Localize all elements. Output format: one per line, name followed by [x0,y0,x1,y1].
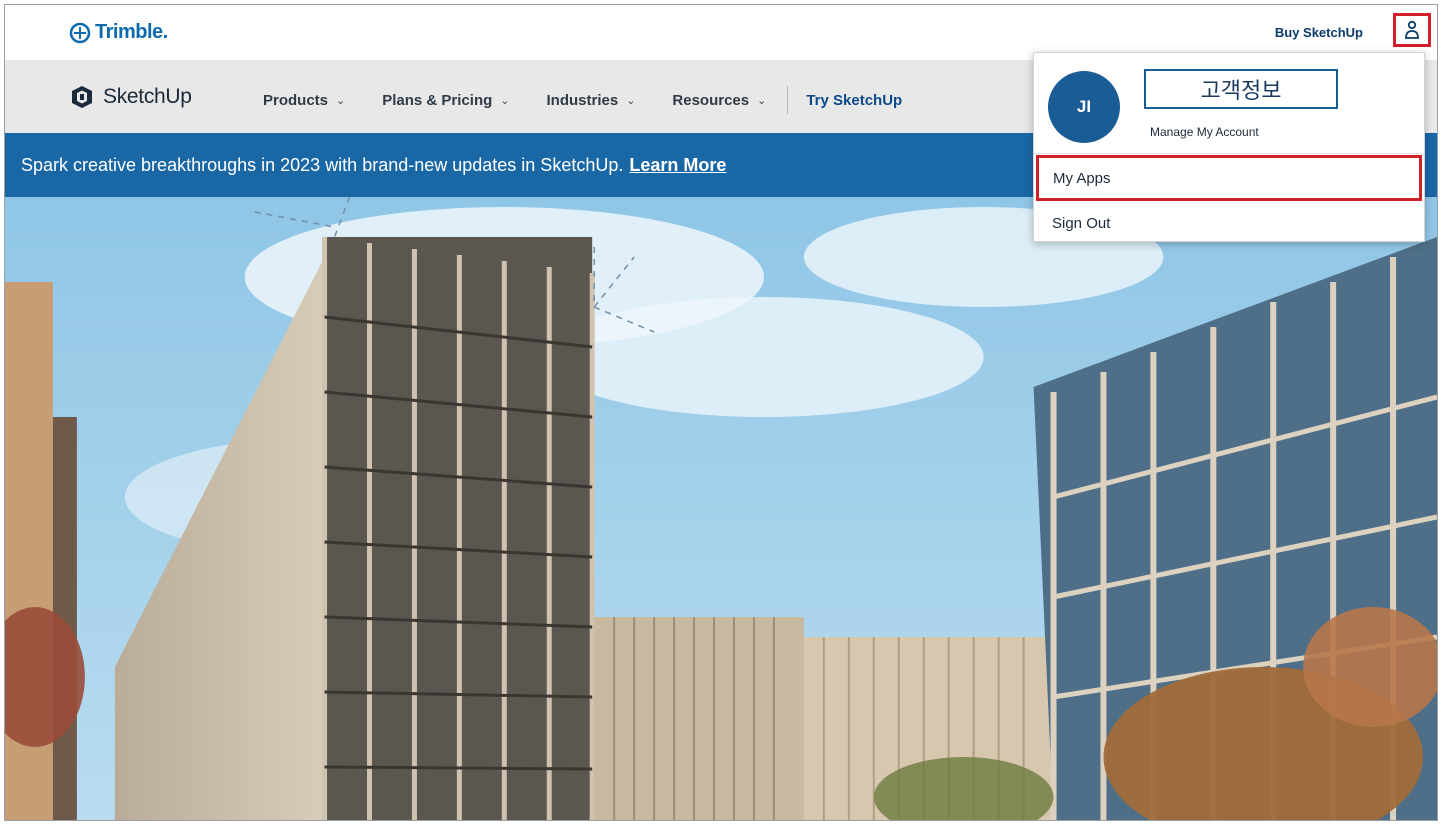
buy-sketchup-link[interactable]: Buy SketchUp [1275,25,1363,40]
chevron-down-icon: ⌄ [500,94,510,107]
annotation-label: 고객정보 [1144,69,1338,109]
hero-buildings-illustration [5,197,1437,820]
sketchup-logo[interactable]: SketchUp [69,84,192,110]
trimble-logo[interactable]: Trimble. [69,21,168,44]
nav-items: Products ⌄ Plans & Pricing ⌄ Industries … [263,86,902,114]
avatar: JI [1048,71,1120,143]
nav-item-plans-pricing[interactable]: Plans & Pricing ⌄ [382,92,509,109]
nav-item-label: Resources [672,91,750,109]
sketchup-logo-icon [72,86,92,108]
account-button[interactable] [1393,13,1431,47]
user-icon [1405,20,1419,39]
hero-image [5,197,1437,820]
chevron-down-icon: ⌄ [757,94,767,107]
sketchup-logo-text: SketchUp [103,85,192,108]
menu-divider [1034,153,1424,154]
banner-message: Spark creative breakthroughs in 2023 wit… [21,154,624,175]
nav-item-industries[interactable]: Industries ⌄ [547,92,636,109]
nav-item-label: Products [263,91,329,109]
nav-item-products[interactable]: Products ⌄ [263,92,345,109]
nav-item-label: Industries [546,91,619,109]
trimble-brand-text: Trimble. [95,21,168,43]
learn-more-link[interactable]: Learn More [629,155,726,176]
try-sketchup-link[interactable]: Try SketchUp [806,92,902,109]
nav-item-label: Plans & Pricing [382,91,493,109]
trimble-logo-icon [69,22,91,43]
menu-item-sign-out[interactable]: Sign Out [1052,215,1110,232]
menu-item-my-apps[interactable]: My Apps [1036,155,1422,201]
chevron-down-icon: ⌄ [336,94,346,107]
manage-account-link[interactable]: Manage My Account [1150,125,1259,139]
nav-item-resources[interactable]: Resources ⌄ [672,92,766,109]
nav-divider [787,86,789,114]
account-dropdown: JI 고객정보 Manage My Account My Apps Sign O… [1033,52,1425,242]
chevron-down-icon: ⌄ [626,94,636,107]
browser-frame: Trimble. Buy SketchUp SketchUp Products … [4,4,1438,821]
